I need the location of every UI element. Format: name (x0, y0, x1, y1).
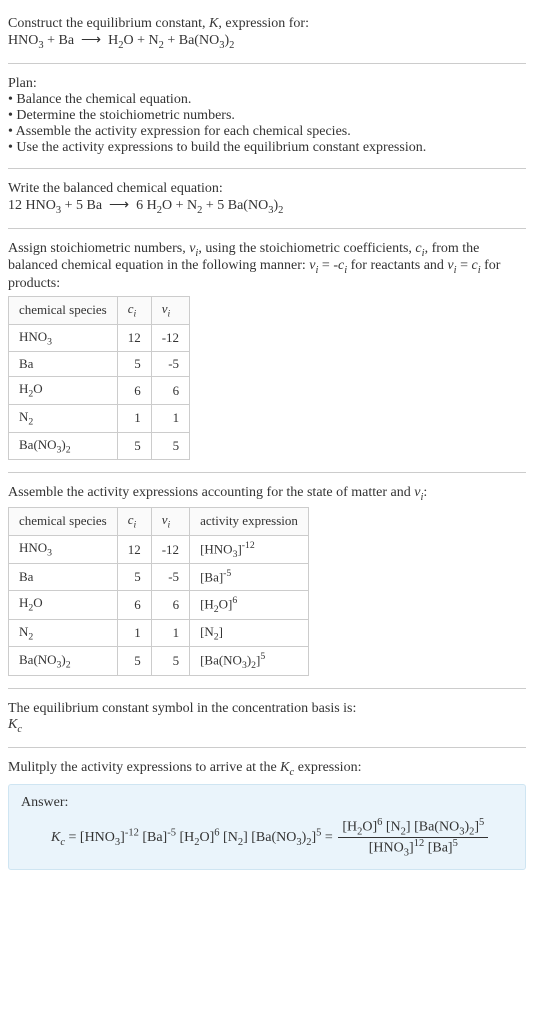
symbol-value: Kc (8, 717, 526, 735)
cell-activity: [N2] (190, 619, 309, 647)
cell-vi: 5 (151, 432, 189, 460)
divider (8, 472, 526, 473)
table-row: HNO3 12 -12 (9, 324, 190, 352)
cell-vi: 6 (151, 590, 189, 619)
table-row: Ba(NO3)2 5 5 [Ba(NO3)2]5 (9, 647, 309, 676)
activity-section: Assemble the activity expressions accoun… (8, 477, 526, 684)
activity-table: chemical species ci νi activity expressi… (8, 507, 309, 676)
col-ci: ci (117, 507, 151, 535)
stoich-section: Assign stoichiometric numbers, νi, using… (8, 233, 526, 469)
cell-ci: 5 (117, 352, 151, 377)
activity-heading: Assemble the activity expressions accoun… (8, 485, 526, 503)
col-vi: νi (151, 507, 189, 535)
plan-heading: Plan: (8, 76, 526, 92)
col-species: chemical species (9, 507, 118, 535)
cell-vi: -5 (151, 352, 189, 377)
cell-vi: -5 (151, 564, 189, 590)
cell-vi: -12 (151, 535, 189, 564)
cell-activity: [Ba(NO3)2]5 (190, 647, 309, 676)
cell-species: Ba(NO3)2 (9, 647, 118, 676)
stoich-heading: Assign stoichiometric numbers, νi, using… (8, 241, 526, 293)
divider (8, 168, 526, 169)
plan-item: Assemble the activity expression for eac… (8, 124, 526, 140)
cell-ci: 5 (117, 432, 151, 460)
cell-species: N2 (9, 619, 118, 647)
cell-ci: 5 (117, 647, 151, 676)
table-row: H2O 6 6 (9, 377, 190, 405)
intro-equation: HNO3 + Ba ⟶ H2O + N2 + Ba(NO3)2 (8, 32, 526, 51)
cell-species: N2 (9, 404, 118, 432)
cell-activity: [Ba]-5 (190, 564, 309, 590)
table-header-row: chemical species ci νi (9, 297, 190, 325)
cell-vi: 6 (151, 377, 189, 405)
cell-ci: 6 (117, 377, 151, 405)
answer-label: Answer: (21, 795, 513, 811)
symbol-section: The equilibrium constant symbol in the c… (8, 693, 526, 743)
fraction-denominator: [HNO3]12 [Ba]5 (338, 838, 488, 858)
table-header-row: chemical species ci νi activity expressi… (9, 507, 309, 535)
cell-species: Ba (9, 564, 118, 590)
plan-section: Plan: Balance the chemical equation. Det… (8, 68, 526, 164)
table-row: N2 1 1 (9, 404, 190, 432)
divider (8, 228, 526, 229)
fraction: [H2O]6 [N2] [Ba(NO3)2]5 [HNO3]12 [Ba]5 (338, 817, 488, 859)
cell-vi: -12 (151, 324, 189, 352)
cell-species: HNO3 (9, 535, 118, 564)
answer-box: Answer: Kc = [HNO3]-12 [Ba]-5 [H2O]6 [N2… (8, 784, 526, 870)
plan-item: Use the activity expressions to build th… (8, 140, 526, 156)
col-ci: ci (117, 297, 151, 325)
symbol-heading: The equilibrium constant symbol in the c… (8, 701, 526, 717)
divider (8, 747, 526, 748)
balanced-heading: Write the balanced chemical equation: (8, 181, 526, 197)
col-activity: activity expression (190, 507, 309, 535)
plan-item: Determine the stoichiometric numbers. (8, 108, 526, 124)
col-species: chemical species (9, 297, 118, 325)
cell-activity: [H2O]6 (190, 590, 309, 619)
plan-item: Balance the chemical equation. (8, 92, 526, 108)
intro-line1: Construct the equilibrium constant, K, e… (8, 16, 526, 32)
plan-list: Balance the chemical equation. Determine… (8, 92, 526, 156)
cell-ci: 5 (117, 564, 151, 590)
cell-activity: [HNO3]-12 (190, 535, 309, 564)
table-row: H2O 6 6 [H2O]6 (9, 590, 309, 619)
intro-section: Construct the equilibrium constant, K, e… (8, 8, 526, 59)
cell-species: HNO3 (9, 324, 118, 352)
table-row: Ba 5 -5 (9, 352, 190, 377)
balanced-section: Write the balanced chemical equation: 12… (8, 173, 526, 224)
final-section: Mulitply the activity expressions to arr… (8, 752, 526, 878)
table-row: Ba(NO3)2 5 5 (9, 432, 190, 460)
cell-ci: 12 (117, 324, 151, 352)
cell-ci: 6 (117, 590, 151, 619)
cell-ci: 1 (117, 619, 151, 647)
cell-species: Ba(NO3)2 (9, 432, 118, 460)
table-row: HNO3 12 -12 [HNO3]-12 (9, 535, 309, 564)
balanced-equation: 12 HNO3 + 5 Ba ⟶ 6 H2O + N2 + 5 Ba(NO3)2 (8, 197, 526, 216)
fraction-numerator: [H2O]6 [N2] [Ba(NO3)2]5 (338, 817, 488, 838)
cell-species: Ba (9, 352, 118, 377)
final-heading: Mulitply the activity expressions to arr… (8, 760, 526, 778)
answer-expression: Kc = [HNO3]-12 [Ba]-5 [H2O]6 [N2] [Ba(NO… (21, 817, 513, 859)
cell-vi: 1 (151, 619, 189, 647)
divider (8, 63, 526, 64)
divider (8, 688, 526, 689)
cell-vi: 1 (151, 404, 189, 432)
cell-species: H2O (9, 590, 118, 619)
cell-ci: 1 (117, 404, 151, 432)
col-vi: νi (151, 297, 189, 325)
cell-vi: 5 (151, 647, 189, 676)
cell-ci: 12 (117, 535, 151, 564)
cell-species: H2O (9, 377, 118, 405)
stoich-table: chemical species ci νi HNO3 12 -12 Ba 5 … (8, 296, 190, 460)
table-row: Ba 5 -5 [Ba]-5 (9, 564, 309, 590)
table-row: N2 1 1 [N2] (9, 619, 309, 647)
